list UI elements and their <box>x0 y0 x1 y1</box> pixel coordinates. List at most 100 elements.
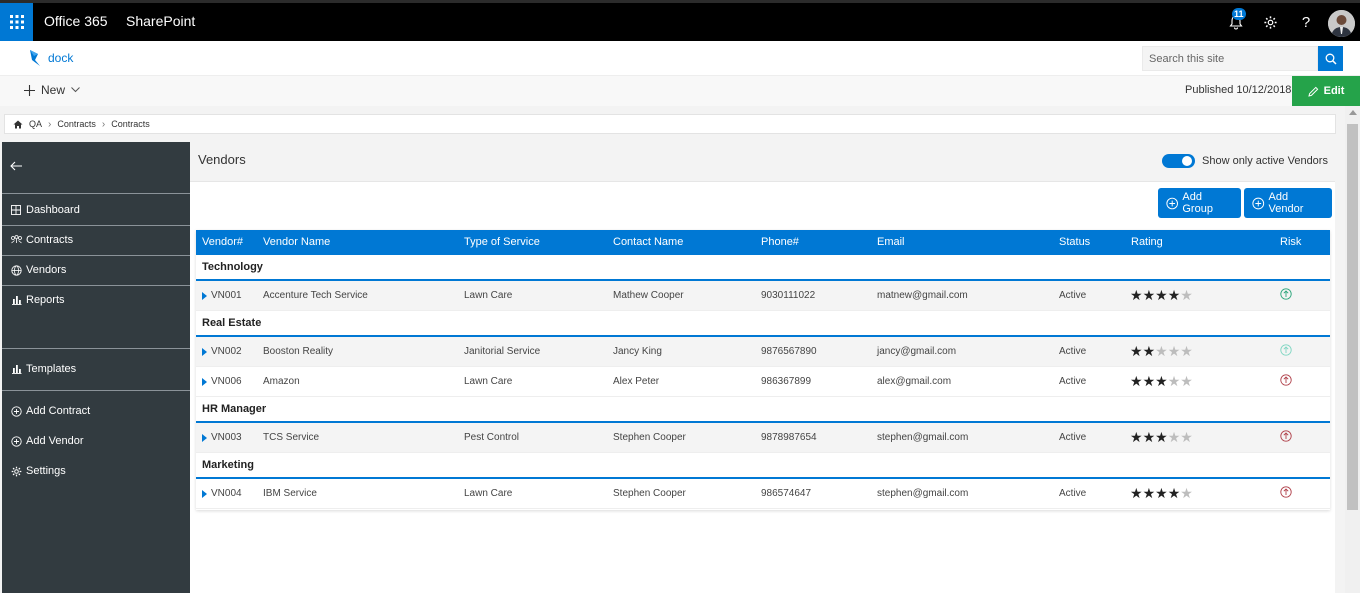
site-logo[interactable]: dock <box>28 48 73 68</box>
add-group-button[interactable]: Add Group <box>1158 188 1241 218</box>
group-row-real-estate[interactable]: Real Estate <box>196 311 1330 337</box>
table-row[interactable]: VN006 Amazon Lawn Care Alex Peter 986367… <box>196 367 1330 397</box>
cell-vendor-id: VN004 <box>211 488 242 499</box>
nav-item-label: Dashboard <box>26 204 80 216</box>
home-icon[interactable] <box>13 120 23 129</box>
breadcrumb: QA › Contracts › Contracts <box>4 114 1336 134</box>
cell-vendor-name: Accenture Tech Service <box>263 290 368 301</box>
table-row[interactable]: VN001 Accenture Tech Service Lawn Care M… <box>196 281 1330 311</box>
table-row[interactable]: VN003 TCS Service Pest Control Stephen C… <box>196 423 1330 453</box>
scrollbar-thumb[interactable] <box>1347 124 1358 510</box>
star-filled-icon: ★ <box>1142 343 1156 359</box>
back-arrow-icon[interactable] <box>10 160 23 174</box>
cell-phone: 9878987654 <box>761 432 817 443</box>
table-row[interactable]: VN004 IBM Service Lawn Care Stephen Coop… <box>196 479 1330 509</box>
expand-arrow-icon[interactable] <box>202 292 207 300</box>
expand-arrow-icon[interactable] <box>202 490 207 498</box>
plus-icon <box>24 84 35 96</box>
star-empty-icon: ★ <box>1180 287 1193 303</box>
nav-item-settings[interactable]: Settings <box>2 456 190 486</box>
nav-item-reports[interactable]: Reports <box>2 285 190 315</box>
help-icon[interactable]: ? <box>1296 12 1316 32</box>
add-circle-icon <box>10 405 22 417</box>
search-input[interactable]: Search this site <box>1142 46 1318 71</box>
cell-phone: 9030111022 <box>761 290 816 301</box>
cell-status: Active <box>1059 346 1087 357</box>
sharepoint-link[interactable]: SharePoint <box>126 13 195 29</box>
cell-email: jancy@gmail.com <box>877 346 957 357</box>
nav-item-dashboard[interactable]: Dashboard <box>2 195 190 225</box>
app-launcher-icon[interactable] <box>0 3 33 41</box>
expand-arrow-icon[interactable] <box>202 378 207 386</box>
group-row-hr-manager[interactable]: HR Manager <box>196 397 1330 423</box>
star-filled-icon: ★ <box>1142 485 1156 501</box>
nav-item-label: Add Contract <box>26 405 91 417</box>
breadcrumb-item[interactable]: Contracts <box>111 119 150 129</box>
star-filled-icon: ★ <box>1155 485 1168 501</box>
column-header-status[interactable]: Status <box>1059 236 1090 248</box>
star-filled-icon: ★ <box>1142 373 1156 389</box>
group-label: HR Manager <box>202 403 267 415</box>
cell-contact-name: Jancy King <box>613 346 662 357</box>
nav-item-contracts[interactable]: Contracts <box>2 225 190 255</box>
breadcrumb-item[interactable]: Contracts <box>57 119 96 129</box>
cell-vendor-name: IBM Service <box>263 488 317 499</box>
add-circle-icon <box>1166 197 1178 209</box>
group-label: Technology <box>202 261 263 273</box>
cell-phone: 986367899 <box>761 376 812 387</box>
vendors-header-bar: Vendors Show only active Vendors <box>190 142 1335 182</box>
scroll-up-arrow-icon[interactable] <box>1349 110 1357 115</box>
column-header-rating[interactable]: Rating <box>1131 236 1163 248</box>
cell-status: Active <box>1059 488 1087 499</box>
column-header-phone[interactable]: Phone# <box>761 236 799 248</box>
group-label: Real Estate <box>202 317 262 329</box>
expand-arrow-icon[interactable] <box>202 348 207 356</box>
site-header: dock Search this site <box>0 41 1360 75</box>
settings-gear-icon[interactable] <box>1260 12 1280 32</box>
add-circle-icon <box>1252 197 1265 209</box>
cell-contact-name: Alex Peter <box>613 376 660 387</box>
table-row[interactable]: VN002 Booston Reality Janitorial Service… <box>196 337 1330 367</box>
nav-item-label: Contracts <box>26 234 74 246</box>
risk-arrow-icon <box>1280 486 1292 498</box>
star-filled-icon: ★ <box>1167 287 1181 303</box>
risk-arrow-icon <box>1280 288 1292 300</box>
gear-icon <box>10 465 22 477</box>
cell-contact-name: Mathew Cooper <box>613 290 684 301</box>
cell-service-type: Lawn Care <box>464 376 513 387</box>
breadcrumb-item[interactable]: QA <box>29 119 42 129</box>
nav-item-label: Reports <box>26 294 65 306</box>
column-header-email[interactable]: Email <box>877 236 905 248</box>
column-header-vendor-id[interactable]: Vendor# <box>202 236 243 248</box>
star-empty-icon: ★ <box>1155 343 1168 359</box>
nav-item-add-contract[interactable]: Add Contract <box>2 396 190 426</box>
group-row-marketing[interactable]: Marketing <box>196 453 1330 479</box>
group-row-technology[interactable]: Technology <box>196 255 1330 281</box>
star-filled-icon: ★ <box>1167 485 1181 501</box>
edit-button[interactable]: Edit <box>1292 76 1360 106</box>
cell-email: alex@gmail.com <box>877 376 952 387</box>
vendors-content: Vendors Show only active Vendors Add Gro… <box>190 142 1335 593</box>
expand-arrow-icon[interactable] <box>202 434 207 442</box>
vendors-table: Vendor# Vendor Name Type of Service Cont… <box>196 230 1330 510</box>
column-header-contact-name[interactable]: Contact Name <box>613 236 683 248</box>
site-logo-text: dock <box>48 51 74 65</box>
nav-item-add-vendor[interactable]: Add Vendor <box>2 426 190 456</box>
command-bar: New Published 10/12/2018 Edit <box>0 75 1360 106</box>
star-empty-icon: ★ <box>1167 429 1181 445</box>
active-vendors-toggle[interactable] <box>1162 154 1195 168</box>
column-header-vendor-name[interactable]: Vendor Name <box>263 236 330 248</box>
search-icon[interactable] <box>1318 46 1343 71</box>
nav-item-templates[interactable]: Templates <box>2 354 190 384</box>
column-header-service-type[interactable]: Type of Service <box>464 236 540 248</box>
user-avatar[interactable] <box>1328 10 1355 37</box>
published-status: Published 10/12/2018 <box>1185 84 1292 96</box>
add-vendor-button[interactable]: Add Vendor <box>1244 188 1332 218</box>
column-header-risk[interactable]: Risk <box>1280 236 1301 248</box>
nav-item-vendors[interactable]: Vendors <box>2 255 190 285</box>
star-empty-icon: ★ <box>1180 429 1193 445</box>
office365-link[interactable]: Office 365 <box>44 13 108 29</box>
globe-icon <box>10 264 22 276</box>
cell-service-type: Janitorial Service <box>464 346 541 357</box>
new-button[interactable]: New <box>24 83 80 97</box>
